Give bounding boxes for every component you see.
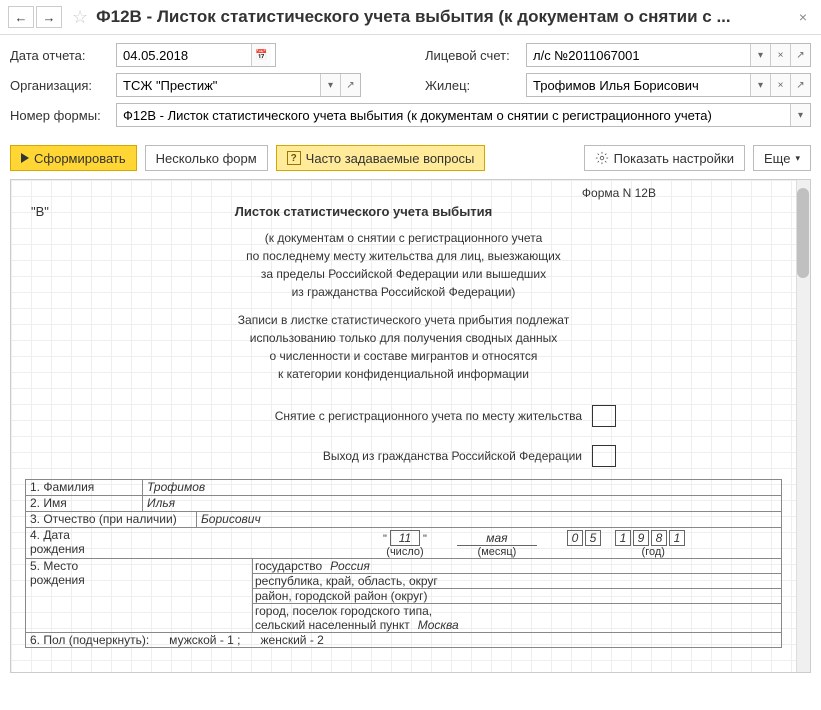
field-label: рождения [30,542,139,556]
generate-button[interactable]: Сформировать [10,145,137,171]
dropdown-icon[interactable]: ▾ [320,74,340,96]
multiple-label: Несколько форм [156,151,257,166]
calendar-icon[interactable]: 📅 [251,44,271,66]
arrow-left-icon: ← [15,10,28,25]
window-title: Ф12В - Листок статистического учета выбы… [96,7,793,27]
note-line: о численности и составе мигрантов и отно… [11,347,796,365]
checkbox[interactable] [592,405,616,427]
account-label: Лицевой счет: [425,48,520,63]
field-label: 1. Фамилия [25,480,143,495]
close-button[interactable]: × [793,9,813,25]
tenant-label: Жилец: [425,78,520,93]
note-line: использованию только для получения сводн… [11,329,796,347]
document-preview: Форма N 12В "В" Листок статистического у… [11,180,796,672]
multiple-forms-button[interactable]: Несколько форм [145,145,268,171]
place-value: Россия [330,559,370,573]
field-value: Трофимов [143,480,782,495]
dropdown-icon[interactable]: ▾ [750,44,770,66]
field-label: 5. Место [30,559,248,573]
field-value: Илья [143,496,782,511]
more-button[interactable]: Еще ▾ [753,145,811,171]
field-label: 6. Пол (подчеркнуть): мужской - 1 ; женс… [25,633,782,647]
checkbox-label: Выход из гражданства Российской Федераци… [323,449,582,463]
place-key: государство [255,559,322,573]
checkbox-label: Снятие с регистрационного учета по месту… [275,409,582,423]
settings-label: Показать настройки [614,151,734,166]
clear-icon[interactable]: × [770,44,790,66]
birth-day-label: (число) [383,546,427,558]
field-label: рождения [30,573,248,587]
year-digit: 8 [651,530,667,546]
question-icon: ? [287,151,301,165]
year-digit: 5 [585,530,601,546]
formnum-label: Номер формы: [10,108,110,123]
date-label: Дата отчета: [10,48,110,63]
play-icon [21,153,29,163]
place-key: республика, край, область, округ [255,574,438,588]
checkbox[interactable] [592,445,616,467]
gear-icon [595,151,609,165]
org-label: Организация: [10,78,110,93]
subtitle-line: по последнему месту жительства для лиц, … [11,247,796,265]
form-number: Форма N 12В [11,186,796,200]
year-digit: 9 [633,530,649,546]
subtitle-line: из гражданства Российской Федерации) [11,283,796,301]
place-key: город, поселок городского типа, [255,604,432,618]
place-key: сельский населенный пункт [255,618,410,632]
dropdown-icon[interactable]: ▾ [750,74,770,96]
faq-button[interactable]: ? Часто задаваемые вопросы [276,145,486,171]
arrow-right-icon: → [43,10,56,25]
dropdown-icon[interactable]: ▾ [790,104,810,126]
nav-forward-button[interactable]: → [36,6,62,28]
generate-label: Сформировать [34,151,126,166]
more-label: Еще [764,151,790,166]
birth-day: 11 [390,530,420,546]
subtitle-line: за пределы Российской Федерации или выше… [11,265,796,283]
date-input[interactable] [117,44,251,66]
faq-label: Часто задаваемые вопросы [306,151,475,166]
note-line: к категории конфиденциальной информации [11,365,796,383]
place-key: район, городской район (округ) [255,589,428,603]
year-digit: 0 [567,530,583,546]
year-digit: 1 [615,530,631,546]
birth-month-label: (месяц) [457,546,537,558]
v-marker: "В" [31,204,71,219]
note-line: Записи в листке статистического учета пр… [11,311,796,329]
field-label: 3. Отчество (при наличии) [25,512,197,527]
field-label: 2. Имя [25,496,143,511]
account-input[interactable] [527,44,750,66]
show-settings-button[interactable]: Показать настройки [584,145,745,171]
field-value: Борисович [197,512,782,527]
scrollbar-thumb[interactable] [797,188,809,278]
open-icon[interactable]: ↗ [790,44,810,66]
year-digit: 1 [669,530,685,546]
chevron-down-icon: ▾ [795,153,800,164]
open-icon[interactable]: ↗ [790,74,810,96]
tenant-input[interactable] [527,74,750,96]
nav-back-button[interactable]: ← [8,6,34,28]
scrollbar[interactable] [796,180,810,672]
open-icon[interactable]: ↗ [340,74,360,96]
field-label: 4. Дата [30,528,139,542]
favorite-star-icon[interactable]: ☆ [72,7,88,28]
birth-year-label: (год) [567,546,685,558]
birth-month: мая [457,531,537,546]
subtitle-line: (к документам о снятии с регистрационног… [11,229,796,247]
org-input[interactable] [117,74,320,96]
clear-icon[interactable]: × [770,74,790,96]
doc-title: Листок статистического учета выбытия [71,204,776,219]
formnum-input[interactable] [117,104,790,126]
place-value: Москва [418,618,459,632]
